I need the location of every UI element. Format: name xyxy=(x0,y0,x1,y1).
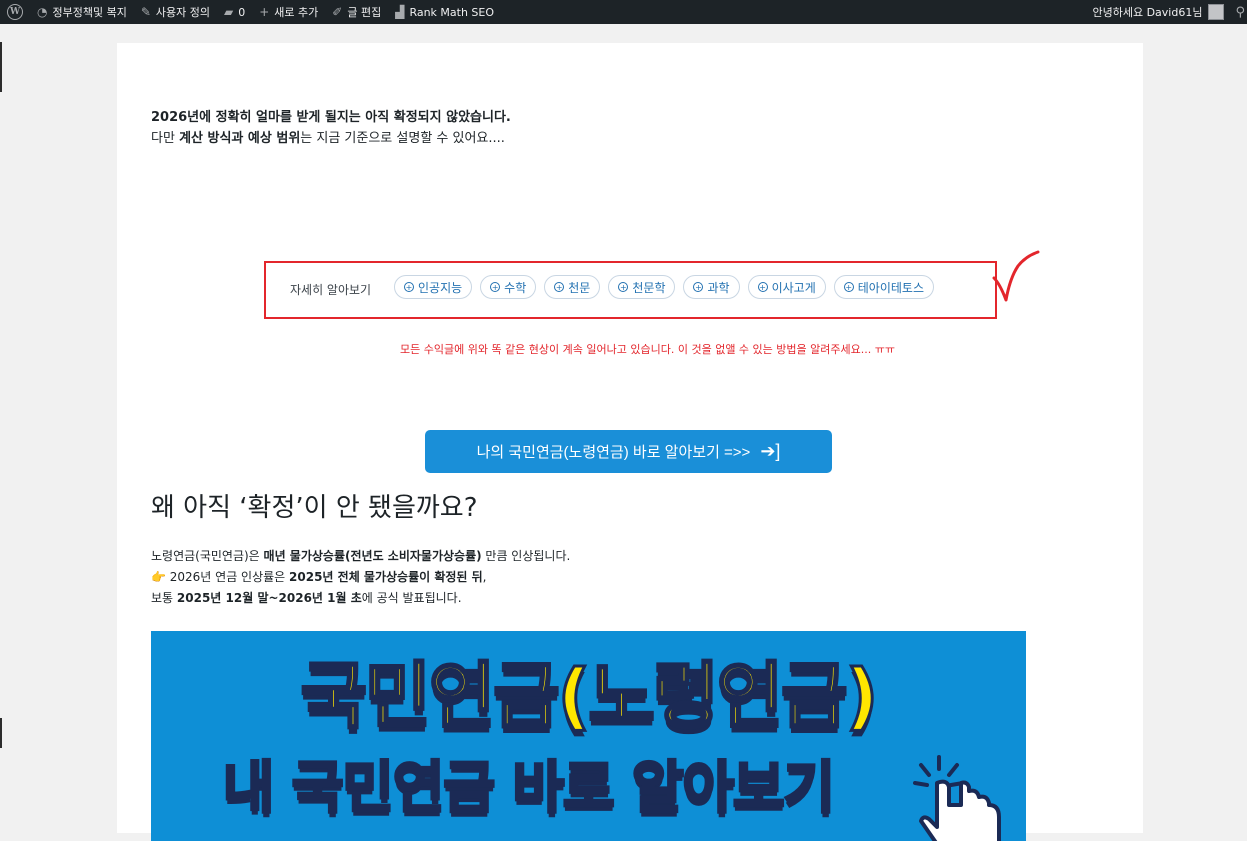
pension-banner-image[interactable]: 국민연금(노령연금) 내 국민연금 바로 알아보기 xyxy=(151,631,1026,841)
tag-link[interactable]: + 테아이테토스 xyxy=(833,275,934,299)
rankmath-label: Rank Math SEO xyxy=(409,5,495,19)
my-account-menu[interactable]: 안녕하세요 David61님 xyxy=(1085,0,1231,24)
edit-post-menu[interactable]: ✐ 글 편집 xyxy=(325,0,388,24)
banner-subtitle: 내 국민연금 바로 알아보기 xyxy=(221,755,836,823)
rankmath-icon: ▟ xyxy=(395,5,405,19)
plus-circle-icon: + xyxy=(693,282,704,292)
intro-line2: 다만 계산 방식과 예상 범위는 지금 기준으로 설명할 수 있어요.... xyxy=(151,131,505,146)
customize-menu[interactable]: ✎ 사용자 정의 xyxy=(134,0,217,24)
checkmark-annotation-icon xyxy=(992,250,1040,302)
intro-text: 2026년에 정확히 얼마를 받게 될지는 아직 확정되지 않았습니다. 다만 … xyxy=(151,107,511,149)
intro-line1: 2026년에 정확히 얼마를 받게 될지는 아직 확정되지 않았습니다. xyxy=(151,110,511,125)
cta-label: 나의 국민연금(노령연금) 바로 알아보기 =>> xyxy=(476,444,751,461)
site-name-menu[interactable]: ◔ 정부정책및 복지 xyxy=(30,0,134,24)
section-heading: 왜 아직 ‘확정’이 안 됐을까요? xyxy=(151,493,478,523)
edit-post-label: 글 편집 xyxy=(347,6,382,19)
wordpress-icon: W xyxy=(7,4,23,20)
rankmath-menu[interactable]: ▟ Rank Math SEO xyxy=(388,0,501,24)
plus-icon: + xyxy=(259,5,270,19)
plus-circle-icon: + xyxy=(490,282,501,292)
avatar xyxy=(1208,4,1225,20)
post-content: 2026년에 정확히 얼마를 받게 될지는 아직 확정되지 않았습니다. 다만 … xyxy=(117,43,1143,841)
customize-label: 사용자 정의 xyxy=(155,6,210,19)
plus-circle-icon: + xyxy=(843,282,854,292)
tag-link[interactable]: + 과학 xyxy=(683,275,740,299)
body-paragraph: 노령연금(국민연금)은 매년 물가상승률(전년도 소비자물가상승률) 만큼 인상… xyxy=(151,549,571,605)
plus-circle-icon: + xyxy=(554,282,565,292)
site-name: 정부정책및 복지 xyxy=(52,6,127,19)
greeting: 안녕하세요 David61님 xyxy=(1092,6,1203,19)
pencil-icon: ✐ xyxy=(332,5,343,19)
search-icon: ⚲ xyxy=(1235,4,1245,20)
tag-link[interactable]: + 이사고게 xyxy=(747,275,826,299)
search-menu[interactable]: ⚲ xyxy=(1231,0,1247,24)
sign-in-arrow-icon: ➔] xyxy=(760,441,781,461)
comment-icon: ▰ xyxy=(224,5,234,19)
pointing-hand-icon: 👉 xyxy=(151,570,166,584)
wp-admin-bar: W ◔ 정부정책및 복지 ✎ 사용자 정의 ▰ 0 + 새로 추가 ✐ 글 편집… xyxy=(0,0,1247,24)
left-edge-mark xyxy=(0,718,2,748)
plus-circle-icon: + xyxy=(404,282,414,292)
left-edge-mark xyxy=(0,42,2,92)
comments-count: 0 xyxy=(238,5,246,19)
tags-label: 자세히 알아보기 xyxy=(290,283,372,297)
banner-title: 국민연금(노령연금) xyxy=(299,653,880,740)
pension-cta-button[interactable]: 나의 국민연금(노령연금) 바로 알아보기 =>> ➔] xyxy=(425,430,832,473)
tag-link[interactable]: + 인공지능 xyxy=(394,275,473,299)
tag-link[interactable]: + 천문 xyxy=(544,275,601,299)
tag-list: + 인공지능 + 수학 + 천문 + 천문학 + 과학 + 이사고게 + 테아이테토스 xyxy=(394,275,934,299)
new-label: 새로 추가 xyxy=(274,6,319,19)
new-content-menu[interactable]: + 새로 추가 xyxy=(252,0,325,24)
brush-icon: ✎ xyxy=(140,5,151,19)
dashboard-icon: ◔ xyxy=(37,5,48,19)
click-hand-icon xyxy=(913,755,1001,841)
plus-circle-icon: + xyxy=(618,282,629,292)
plus-circle-icon: + xyxy=(757,282,768,292)
tag-link[interactable]: + 수학 xyxy=(480,275,537,299)
wp-logo-menu[interactable]: W xyxy=(0,0,30,24)
tag-box-highlight: 자세히 알아보기 + 인공지능 + 수학 + 천문 + 천문학 + 과학 + 이사고게 + 테… xyxy=(264,261,997,319)
annotation-note: 모든 수익글에 위와 똑 같은 현상이 계속 일어나고 있습니다. 이 것을 없… xyxy=(400,343,895,356)
comments-menu[interactable]: ▰ 0 xyxy=(217,0,252,24)
tag-link[interactable]: + 천문학 xyxy=(608,275,676,299)
